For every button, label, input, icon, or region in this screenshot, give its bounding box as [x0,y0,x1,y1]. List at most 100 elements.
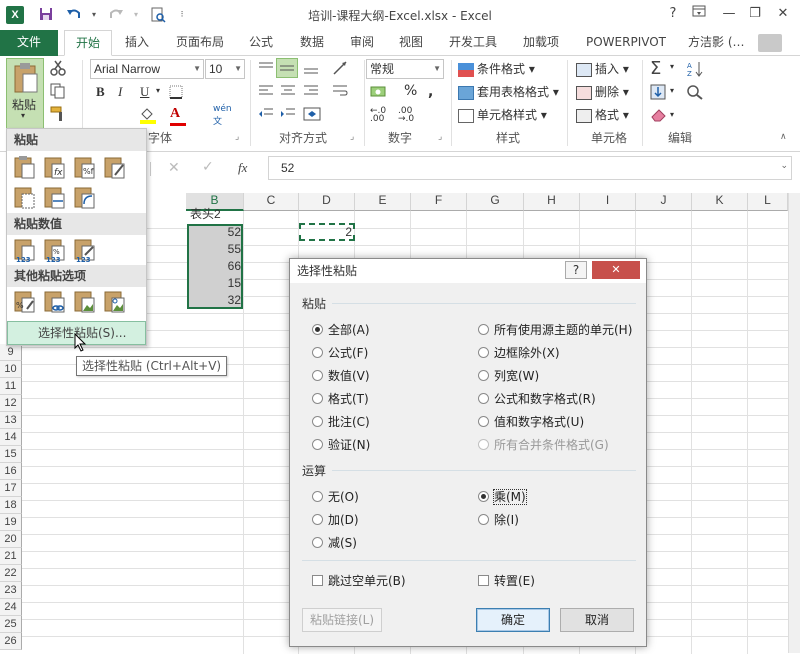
paste-formatting-icon[interactable]: % [13,289,39,315]
row-header[interactable]: 9 [0,344,22,361]
bold-button[interactable]: B [96,84,105,100]
decrease-decimal-icon[interactable]: .00 →.0 [398,107,414,124]
no-borders-icon[interactable] [13,185,39,211]
column-header-l[interactable]: L [748,193,788,211]
radio-column-widths[interactable]: 列宽(W) [478,367,539,384]
vertical-scrollbar[interactable] [788,193,800,653]
borders-icon[interactable] [168,84,184,103]
paste-values-number-format-icon[interactable]: % 123 [43,237,69,264]
column-header-e[interactable]: E [355,193,411,211]
wrap-text-icon[interactable] [332,84,348,101]
radio-all-except-borders[interactable]: 边框除外(X) [478,344,560,361]
radio-all-using-source-theme[interactable]: 所有使用源主题的单元(H) [478,321,632,338]
format-painter-icon[interactable] [50,106,66,125]
alignment-dialog-launcher-icon[interactable]: ⌟ [350,132,354,142]
radio-validation[interactable]: 验证(N) [312,436,370,453]
tab-data[interactable]: 数据 [300,30,324,56]
row-header[interactable]: 15 [0,446,22,463]
confirm-entry-icon[interactable]: ✓ [202,159,214,175]
column-header-k[interactable]: K [692,193,748,211]
transpose-icon[interactable] [73,185,99,211]
format-as-table-button[interactable]: 套用表格格式 ▾ [458,83,559,100]
delete-cells-button[interactable]: 删除 ▾ [576,83,629,100]
column-header-h[interactable]: H [524,193,580,211]
expand-formula-icon[interactable]: ⌄ [780,161,788,171]
transpose-checkbox[interactable]: 转置(E) [478,572,535,589]
tab-powerpivot[interactable]: POWERPIVOT [586,30,666,56]
row-header[interactable]: 25 [0,616,22,633]
radio-formulas-number-formats[interactable]: 公式和数字格式(R) [478,390,596,407]
row-header[interactable]: 10 [0,361,22,378]
tab-page-layout[interactable]: 页面布局 [176,30,224,56]
fill-icon[interactable] [650,84,666,103]
cell-styles-button[interactable]: 单元格样式 ▾ [458,106,547,123]
column-header-i[interactable]: I [580,193,636,211]
column-header-f[interactable]: F [411,193,467,211]
increase-decimal-icon[interactable]: ←.0.00 [370,107,386,124]
radio-formulas[interactable]: 公式(F) [312,344,368,361]
number-format-combo[interactable]: 常规 ▼ [366,59,444,79]
radio-comments[interactable]: 批注(C) [312,413,370,430]
dialog-close-button[interactable]: ✕ [592,261,640,279]
accounting-format-icon[interactable] [370,84,388,103]
row-header[interactable]: 11 [0,378,22,395]
number-dialog-launcher-icon[interactable]: ⌟ [438,132,442,142]
align-bottom-icon[interactable] [303,61,319,78]
column-header-d[interactable]: D [299,193,355,211]
radio-all[interactable]: 全部(A) [312,321,370,338]
font-name-combo[interactable]: Arial Narrow ▼ [90,59,204,79]
paste-formulas-number-format-icon[interactable]: %f [73,155,99,181]
help-icon[interactable]: ? [662,4,684,24]
row-header[interactable]: 14 [0,429,22,446]
avatar[interactable] [758,34,782,52]
merge-center-icon[interactable] [303,107,321,124]
row-header[interactable]: 23 [0,582,22,599]
font-size-combo[interactable]: 10 ▼ [205,59,245,79]
radio-op-none[interactable]: 无(O) [312,488,359,505]
align-left-icon[interactable] [258,84,274,101]
underline-button[interactable]: U [140,84,149,100]
orientation-icon[interactable] [332,60,350,79]
chevron-down-icon[interactable]: ▾ [670,86,674,95]
paste-picture-icon[interactable] [73,289,99,315]
column-header-c[interactable]: C [244,193,299,211]
dialog-help-button[interactable]: ? [565,261,587,279]
radio-formats[interactable]: 格式(T) [312,390,369,407]
row-header[interactable]: 13 [0,412,22,429]
align-right-icon[interactable] [303,84,319,101]
row-header[interactable]: 18 [0,497,22,514]
keep-column-widths-icon[interactable] [43,185,69,211]
cell-b1[interactable]: 表头2 [188,206,242,223]
align-center-icon[interactable] [280,84,296,101]
cell-b3[interactable]: 55 [188,241,241,258]
tab-review[interactable]: 审阅 [350,30,374,56]
tab-developer[interactable]: 开发工具 [449,30,497,56]
radio-op-subtract[interactable]: 减(S) [312,534,357,551]
paste-icon[interactable] [13,155,39,181]
paste-values-icon[interactable]: 123 [13,237,39,264]
row-header[interactable]: 22 [0,565,22,582]
tab-view[interactable]: 视图 [399,30,423,56]
autosum-icon[interactable]: Σ [650,58,661,79]
tab-formulas[interactable]: 公式 [249,30,273,56]
chevron-down-icon[interactable]: ▾ [670,62,674,71]
row-header[interactable]: 21 [0,548,22,565]
find-select-icon[interactable] [686,84,704,103]
conditional-format-button[interactable]: 条件格式 ▾ [458,60,535,77]
row-header[interactable]: 12 [0,395,22,412]
row-header[interactable]: 16 [0,463,22,480]
radio-op-divide[interactable]: 除(I) [478,511,519,528]
row-header[interactable]: 24 [0,599,22,616]
cell-b6[interactable]: 32 [188,292,241,309]
insert-cells-button[interactable]: 插入 ▾ [576,60,629,77]
close-button[interactable]: ✕ [772,4,794,24]
italic-button[interactable]: I [118,84,122,100]
cell-b5[interactable]: 15 [188,275,241,292]
align-top-icon[interactable] [258,61,274,78]
decrease-indent-icon[interactable] [258,107,274,124]
align-middle-icon[interactable] [276,58,298,78]
column-header-j[interactable]: J [636,193,692,211]
font-color-icon[interactable]: A [170,106,180,122]
phonetic-icon[interactable]: wén 文 [213,104,232,127]
chevron-down-icon[interactable]: ▾ [156,86,160,95]
